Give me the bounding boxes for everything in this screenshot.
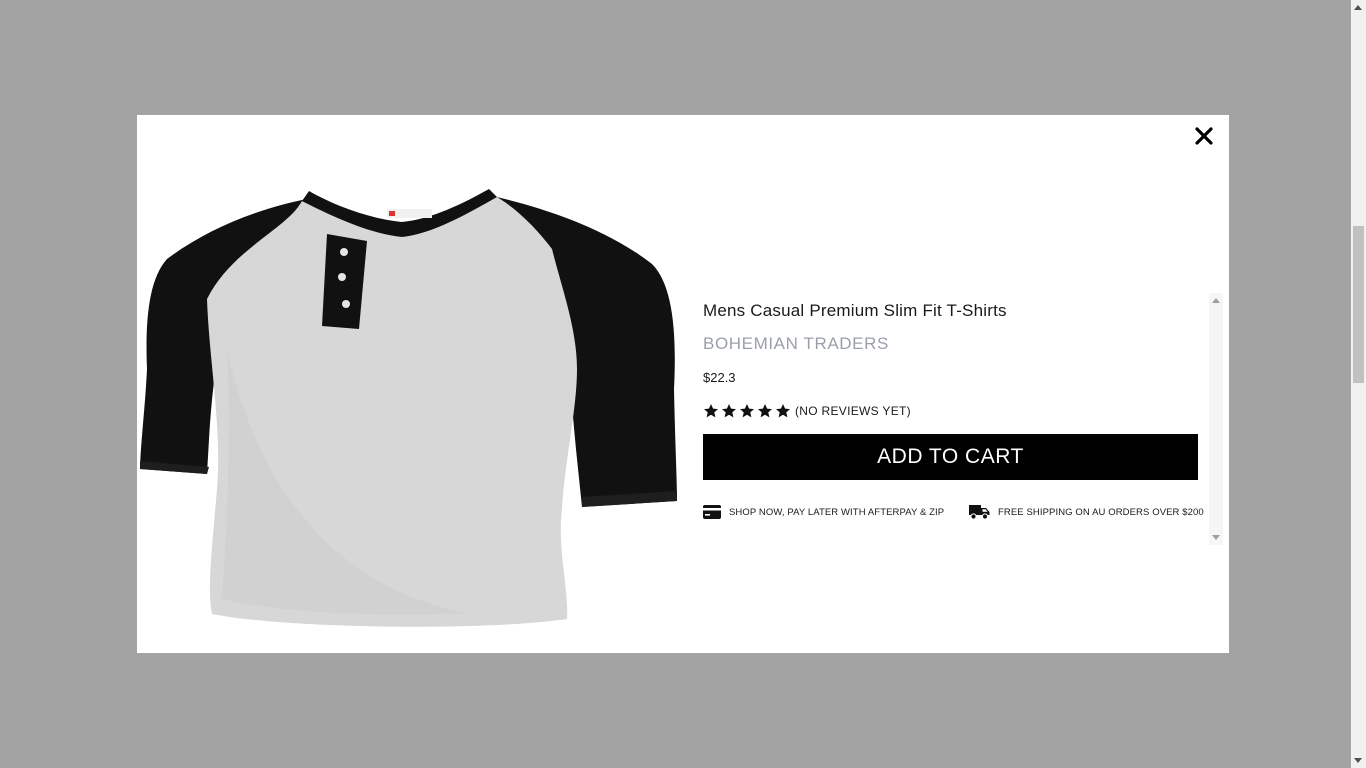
star-icon [739,403,755,419]
star-icon [721,403,737,419]
star-icon [703,403,719,419]
star-icon [757,403,773,419]
product-brand-link[interactable]: BOHEMIAN TRADERS [703,334,889,354]
page-scrollbar[interactable] [1351,0,1366,768]
scroll-down-arrow-icon[interactable] [1212,535,1220,540]
rating-stars [703,403,791,419]
star-icon [775,403,791,419]
product-title: Mens Casual Premium Slim Fit T-Shirts [703,301,1007,320]
product-price: $22.3 [703,370,736,385]
perk-free-shipping: FREE SHIPPING ON AU ORDERS OVER $200 [969,502,1204,522]
scroll-up-arrow-icon[interactable] [1212,298,1220,303]
perk-text: FREE SHIPPING ON AU ORDERS OVER $200 [998,506,1204,518]
close-icon [1195,127,1213,145]
perk-afterpay: SHOP NOW, PAY LATER WITH AFTERPAY & ZIP [703,502,944,522]
add-to-cart-button[interactable]: ADD TO CART [703,434,1198,480]
perk-text: SHOP NOW, PAY LATER WITH AFTERPAY & ZIP [729,506,945,518]
scroll-down-arrow-icon[interactable] [1354,758,1362,763]
truck-icon [969,504,990,520]
credit-card-icon [703,505,721,519]
scroll-up-arrow-icon[interactable] [1354,5,1362,10]
page-scrollbar-thumb[interactable] [1353,226,1364,383]
product-details: Mens Casual Premium Slim Fit T-Shirts BO… [703,293,1223,545]
reviews-count[interactable]: (NO REVIEWS YET) [795,404,911,418]
product-image [137,189,682,629]
close-button[interactable] [1193,125,1215,147]
details-scrollbar[interactable] [1209,293,1223,545]
product-rating: (NO REVIEWS YET) [703,401,911,421]
perks-row: SHOP NOW, PAY LATER WITH AFTERPAY & ZIP … [703,502,1204,522]
quick-view-modal: Mens Casual Premium Slim Fit T-Shirts BO… [137,115,1229,653]
